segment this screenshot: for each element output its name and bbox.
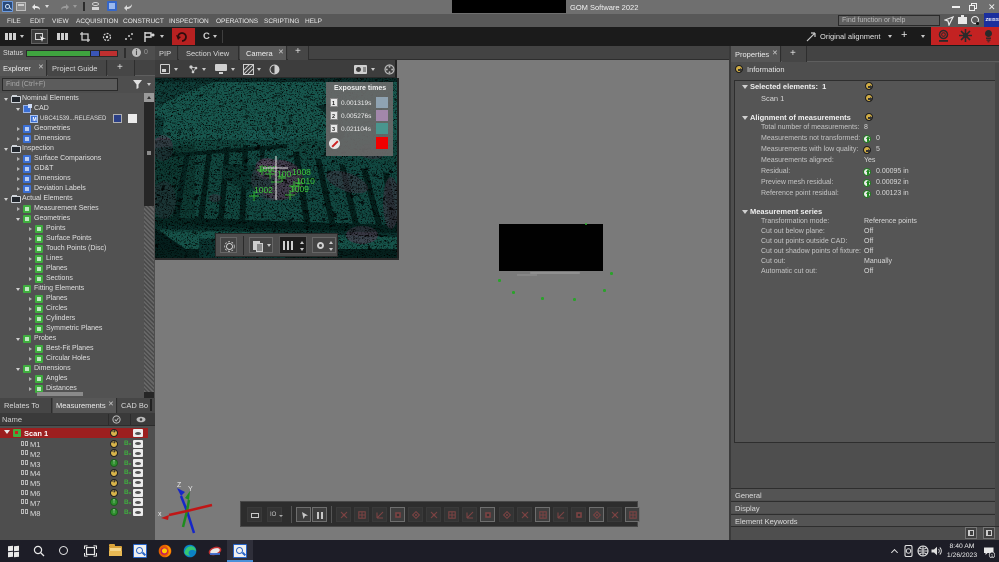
svg-text:Z: Z [177,482,182,489]
svg-text:Y: Y [188,486,193,493]
svg-text:1009: 1009 [290,184,309,194]
svg-text:1002: 1002 [254,185,273,195]
svg-text:1000: 1000 [258,164,277,174]
svg-text:100: 100 [277,169,291,179]
svg-text:x: x [158,511,162,518]
